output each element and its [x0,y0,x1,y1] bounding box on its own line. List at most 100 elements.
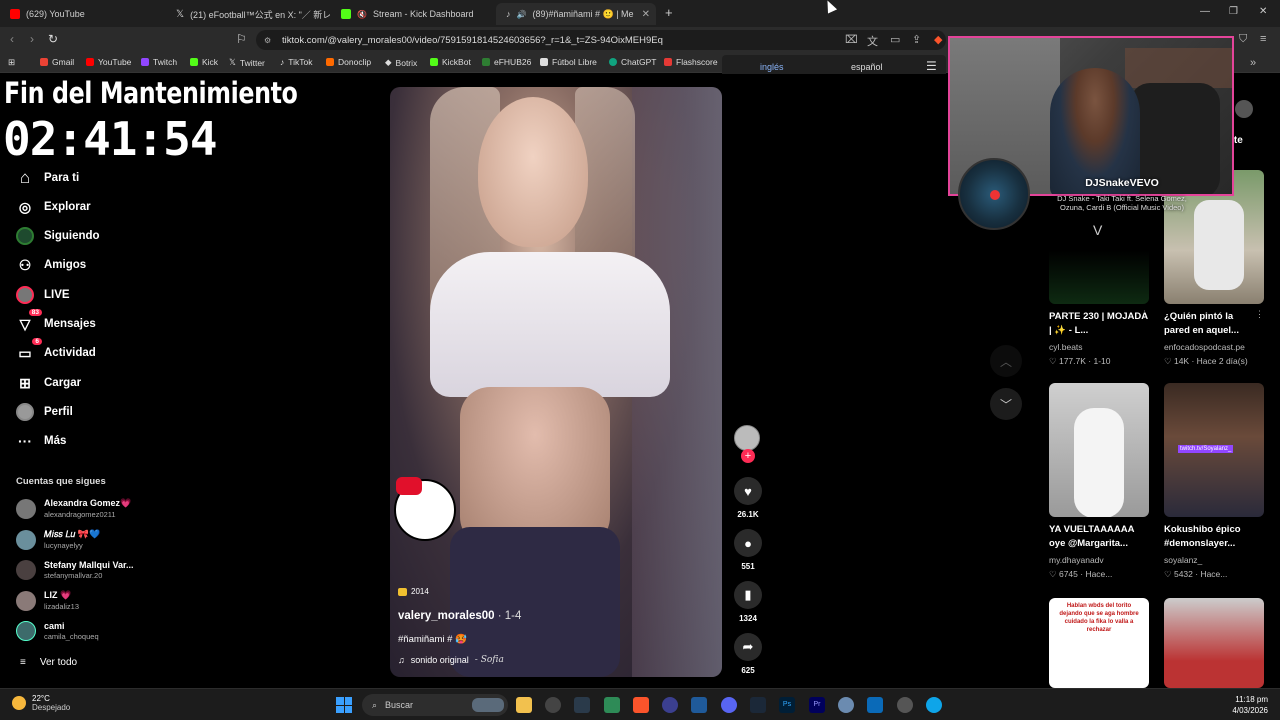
followed-account[interactable]: Alexandra Gomez💗 alexandragomez0211 [16,498,131,519]
close-tab-icon[interactable]: ✕ [642,9,650,20]
back-icon[interactable]: ‹ [10,32,14,46]
apps-icon[interactable]: ⊞ [8,57,15,68]
media-player-icon[interactable] [897,697,913,713]
sidebar-item-perfil[interactable]: Perfil [16,403,73,421]
translate-target-tab[interactable]: español [851,62,883,72]
video-author[interactable]: cyl.beats [1049,342,1083,352]
brave-browser-icon[interactable] [633,697,649,713]
chevron-right-icon[interactable]: » [1250,57,1256,69]
creator-avatar[interactable] [734,425,760,451]
sidebar-item-explorar[interactable]: ◎ Explorar [16,198,91,216]
minimize-button[interactable]: — [1200,6,1210,17]
followed-account[interactable]: cami camila_choqueq [16,621,99,641]
comment-button[interactable]: ● 551 [733,529,763,571]
bookmark-tiktok[interactable]: ♪ TikTok [280,57,313,67]
see-all-button[interactable]: ≡ Ver todo [20,657,77,668]
app-icon[interactable] [574,697,590,713]
video-player[interactable] [390,87,722,677]
more-options-icon[interactable]: ⋮ [1140,309,1149,320]
sidebar-item-amigos[interactable]: ⚇ Amigos [16,256,86,274]
bookmark-futbol-libre[interactable]: Fútbol Libre [540,57,597,67]
bookmark-flashscore[interactable]: Flashscore [664,57,718,67]
settings-app-icon[interactable] [545,697,561,713]
video-thumbnail[interactable] [1049,383,1149,517]
sidebar-item-mensajes[interactable]: ▽ 83 Mensajes [16,309,96,333]
video-thumbnail[interactable]: twitch.tv/Soyalanz_ [1164,383,1264,517]
wallet-icon[interactable]: ⛉ [1239,33,1247,46]
bookmark-donoclip[interactable]: Donoclip [326,57,371,67]
bookmark-twitch[interactable]: Twitch [141,57,177,67]
followed-account[interactable]: Stefany Mallqui Var... stefanymallvar.20 [16,560,134,580]
bookmark-youtube[interactable]: YouTube [86,57,131,67]
follow-plus-button[interactable]: + [741,449,755,463]
bookmark-chatgpt[interactable]: ChatGPT [609,57,656,67]
bookmark-icon[interactable]: ⚐ [236,32,247,46]
steam-icon[interactable] [750,697,766,713]
video-author[interactable]: soyalanz_ [1164,555,1202,565]
premiere-icon[interactable]: Pr [809,697,825,713]
site-info-icon[interactable]: ⚙ [264,36,271,45]
previous-video-button[interactable]: ︿ [990,345,1022,377]
sidebar-item-siguiendo[interactable]: Siguiendo [16,227,100,245]
discord-icon[interactable] [721,697,737,713]
browser-tab-efootball[interactable]: 𝕏 (21) eFootball™公式 en X: "／ 新レジ... [166,3,330,25]
bookmark-botrix[interactable]: ◆ Botrix [385,57,417,68]
video-caption[interactable]: #ñamiñami # 🥵 [398,634,467,645]
edge-icon[interactable] [926,697,942,713]
bookmark-efhub[interactable]: eFHUB26 [482,57,531,67]
weather-widget[interactable]: 22°C Despejado [12,694,70,712]
reload-icon[interactable]: ↻ [48,32,58,46]
bookmark-twitter[interactable]: 𝕏 Twitter [229,57,265,68]
translate-source-tab[interactable]: inglés [760,62,784,72]
bookmark-gmail[interactable]: Gmail [40,57,74,67]
video-author[interactable]: my.dhayanadv [1049,555,1104,565]
maximize-button[interactable]: ❐ [1229,6,1238,17]
translate-menu-icon[interactable]: ☰ [926,59,937,73]
video-title[interactable]: Kokushibo épico #demonslayer... [1164,523,1259,551]
app-icon[interactable] [604,697,620,713]
followed-account[interactable]: 𝑀𝑖𝑠𝑠 𝐿𝑢 🎀💙 lucynayelyy [16,529,100,550]
settings-icon[interactable] [838,697,854,713]
browser-tab-youtube[interactable]: (629) YouTube [0,3,165,25]
browser-tab-kick[interactable]: 🔇 Stream - Kick Dashboard [331,3,495,25]
video-title[interactable]: PARTE 230 | MOJADA | ✨ - L... [1049,310,1151,338]
sidebar-item-cargar[interactable]: ⊞ Cargar [16,374,81,392]
sidebar-item-live[interactable]: LIVE [16,286,70,304]
sidebar-item-actividad[interactable]: ▭ 6 Actividad [16,338,96,362]
cast-icon[interactable]: ▭ [890,33,900,46]
new-tab-button[interactable]: + [665,5,673,20]
brave-shield-icon[interactable]: ◆ [934,33,942,46]
system-clock[interactable]: 11:18 pm 4/03/2026 [1232,694,1268,716]
close-window-button[interactable]: ✕ [1259,6,1267,17]
bookmark-kickbot[interactable]: KickBot [430,57,471,67]
next-video-button[interactable]: ﹀ [990,388,1022,420]
video-thumbnail[interactable] [1164,598,1264,688]
video-sound[interactable]: ♫ sonido original - 𝑆𝑜𝑓𝑖𝑎 [398,655,504,665]
menu-icon[interactable]: ≡ [1260,33,1266,45]
photoshop-icon[interactable]: Ps [779,697,795,713]
browser-tab-tiktok[interactable]: ♪ 🔊 (89)#ñamiñami # 🙂 | Me pa... ✕ [496,3,656,25]
share-icon[interactable]: ⇪ [912,33,921,46]
like-button[interactable]: ♥ 26.1K [733,477,763,519]
reader-icon[interactable]: ⌧ [845,33,858,46]
save-button[interactable]: ▮ 1324 [733,581,763,623]
bookmark-kick[interactable]: Kick [190,57,218,67]
video-author[interactable]: valery_morales00 · 1-4 [398,610,521,622]
video-title[interactable]: YA VUELTAAAAAA oye @Margarita... [1049,523,1151,551]
forward-icon[interactable]: › [30,32,34,46]
share-button[interactable]: ➦ 625 [733,633,763,675]
windows-start-button[interactable] [336,697,352,713]
video-author[interactable]: enfocadospodcast.pe [1164,342,1245,352]
sidebar-item-para-ti[interactable]: ⌂ Para ti [16,168,79,187]
app-icon[interactable] [691,697,707,713]
avatar[interactable] [1235,100,1253,118]
app-icon[interactable] [867,697,883,713]
sidebar-item-mas[interactable]: ··· Más [16,432,66,450]
followed-account[interactable]: LIZ 💗 lizadaliz13 [16,590,79,611]
app-icon[interactable] [662,697,678,713]
file-explorer-icon[interactable] [516,697,532,713]
taskbar-search[interactable]: ⌕ Buscar [362,694,508,716]
translate-icon[interactable]: 文 [867,33,878,49]
video-title[interactable]: ¿Quién pintó la pared en aquel... [1164,310,1259,338]
more-options-icon[interactable]: ⋮ [1255,309,1264,320]
